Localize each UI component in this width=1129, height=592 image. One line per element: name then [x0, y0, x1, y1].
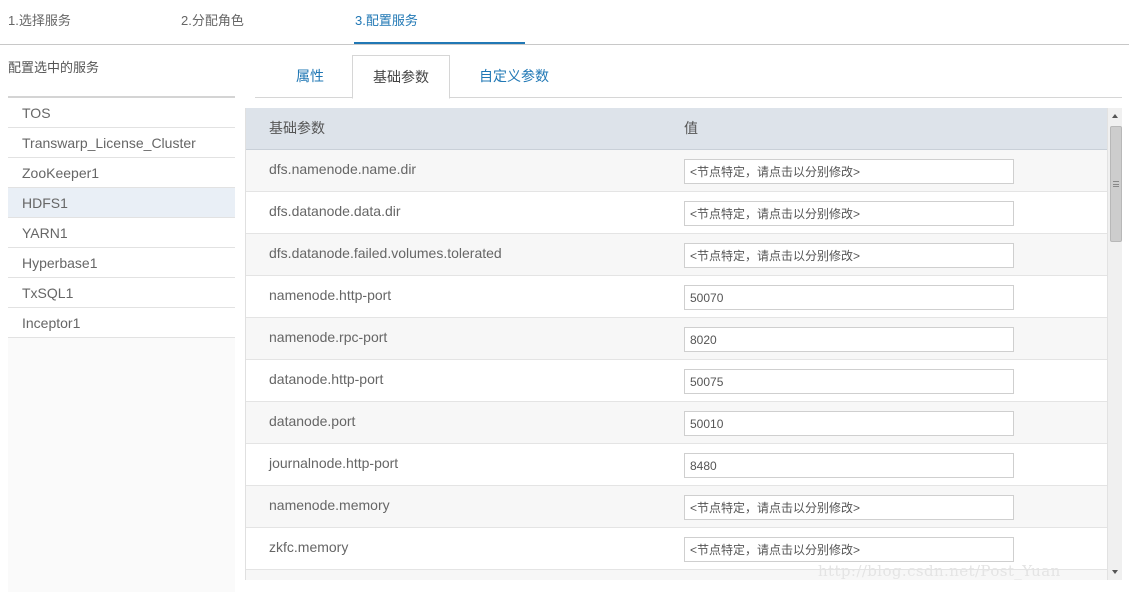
param-name: namenode.rpc-port — [269, 329, 388, 345]
step-assign-roles[interactable]: 2.分配角色 — [181, 10, 244, 29]
config-tabs: 属性 基础参数 自定义参数 — [255, 55, 1122, 99]
service-item-txsql[interactable]: TxSQL1 — [8, 278, 235, 308]
param-value-input[interactable] — [684, 537, 1014, 562]
param-value-input[interactable] — [684, 159, 1014, 184]
scroll-down-arrow-icon[interactable] — [1108, 564, 1122, 580]
table-row: dfs.datanode.failed.volumes.tolerated — [246, 234, 1107, 276]
param-name: namenode.http-port — [269, 287, 392, 303]
service-item-hdfs[interactable]: HDFS1 — [8, 188, 235, 218]
step-configure-services[interactable]: 3.配置服务 — [355, 10, 418, 29]
service-item-yarn[interactable]: YARN1 — [8, 218, 235, 248]
table-row: namenode.http-port — [246, 276, 1107, 318]
param-value-input[interactable] — [684, 201, 1014, 226]
table-row: namenode.memory — [246, 486, 1107, 528]
params-table: 基础参数 值 dfs.namenode.name.dir dfs.datanod… — [245, 108, 1122, 580]
table-row: dfs.namenode.name.dir — [246, 150, 1107, 192]
param-name: datanode.port — [269, 413, 356, 429]
active-step-indicator — [354, 42, 525, 44]
table-scrollbar[interactable] — [1107, 108, 1122, 580]
param-name: journalnode.http-port — [269, 455, 399, 471]
step-select-services[interactable]: 1.选择服务 — [8, 10, 71, 29]
table-row: namenode.rpc-port — [246, 318, 1107, 360]
param-value-input[interactable] — [684, 243, 1014, 268]
wizard-steps: 1.选择服务 2.分配角色 3.配置服务 — [0, 0, 1129, 45]
tab-properties[interactable]: 属性 — [275, 55, 345, 98]
param-name: dfs.namenode.name.dir — [269, 161, 417, 177]
param-name: namenode.memory — [269, 497, 390, 513]
param-value-input[interactable] — [684, 327, 1014, 352]
watermark: http://blog.csdn.net/Post_Yuan — [818, 562, 1061, 580]
scroll-up-arrow-icon[interactable] — [1108, 108, 1122, 124]
left-panel-background — [8, 338, 235, 592]
table-row: datanode.port — [246, 402, 1107, 444]
left-panel-title: 配置选中的服务 — [8, 60, 100, 75]
grip-icon — [1113, 181, 1119, 187]
table-body: dfs.namenode.name.dir dfs.datanode.data.… — [246, 150, 1107, 580]
param-name: dfs.datanode.data.dir — [269, 203, 401, 219]
service-item-tos[interactable]: TOS — [8, 98, 235, 128]
column-header-value: 值 — [684, 120, 698, 136]
param-name: dfs.datanode.failed.volumes.tolerated — [269, 245, 502, 261]
scrollbar-thumb[interactable] — [1110, 126, 1122, 242]
param-name: zkfc.memory — [269, 539, 349, 555]
table-header: 基础参数 值 — [246, 108, 1107, 150]
tab-basic-params[interactable]: 基础参数 — [352, 55, 450, 99]
table-row: journalnode.http-port — [246, 444, 1107, 486]
table-row: datanode.http-port — [246, 360, 1107, 402]
table-row: dfs.datanode.data.dir — [246, 192, 1107, 234]
param-value-input[interactable] — [684, 285, 1014, 310]
param-value-input[interactable] — [684, 411, 1014, 436]
service-item-inceptor[interactable]: Inceptor1 — [8, 308, 235, 338]
service-item-license-cluster[interactable]: Transwarp_License_Cluster — [8, 128, 235, 158]
service-list: TOS Transwarp_License_Cluster ZooKeeper1… — [8, 96, 235, 338]
param-value-input[interactable] — [684, 369, 1014, 394]
column-header-param: 基础参数 — [269, 120, 325, 136]
param-name: datanode.http-port — [269, 371, 384, 387]
service-item-hyperbase[interactable]: Hyperbase1 — [8, 248, 235, 278]
param-value-input[interactable] — [684, 495, 1014, 520]
service-item-zookeeper[interactable]: ZooKeeper1 — [8, 158, 235, 188]
param-value-input[interactable] — [684, 453, 1014, 478]
tab-custom-params[interactable]: 自定义参数 — [467, 55, 561, 98]
